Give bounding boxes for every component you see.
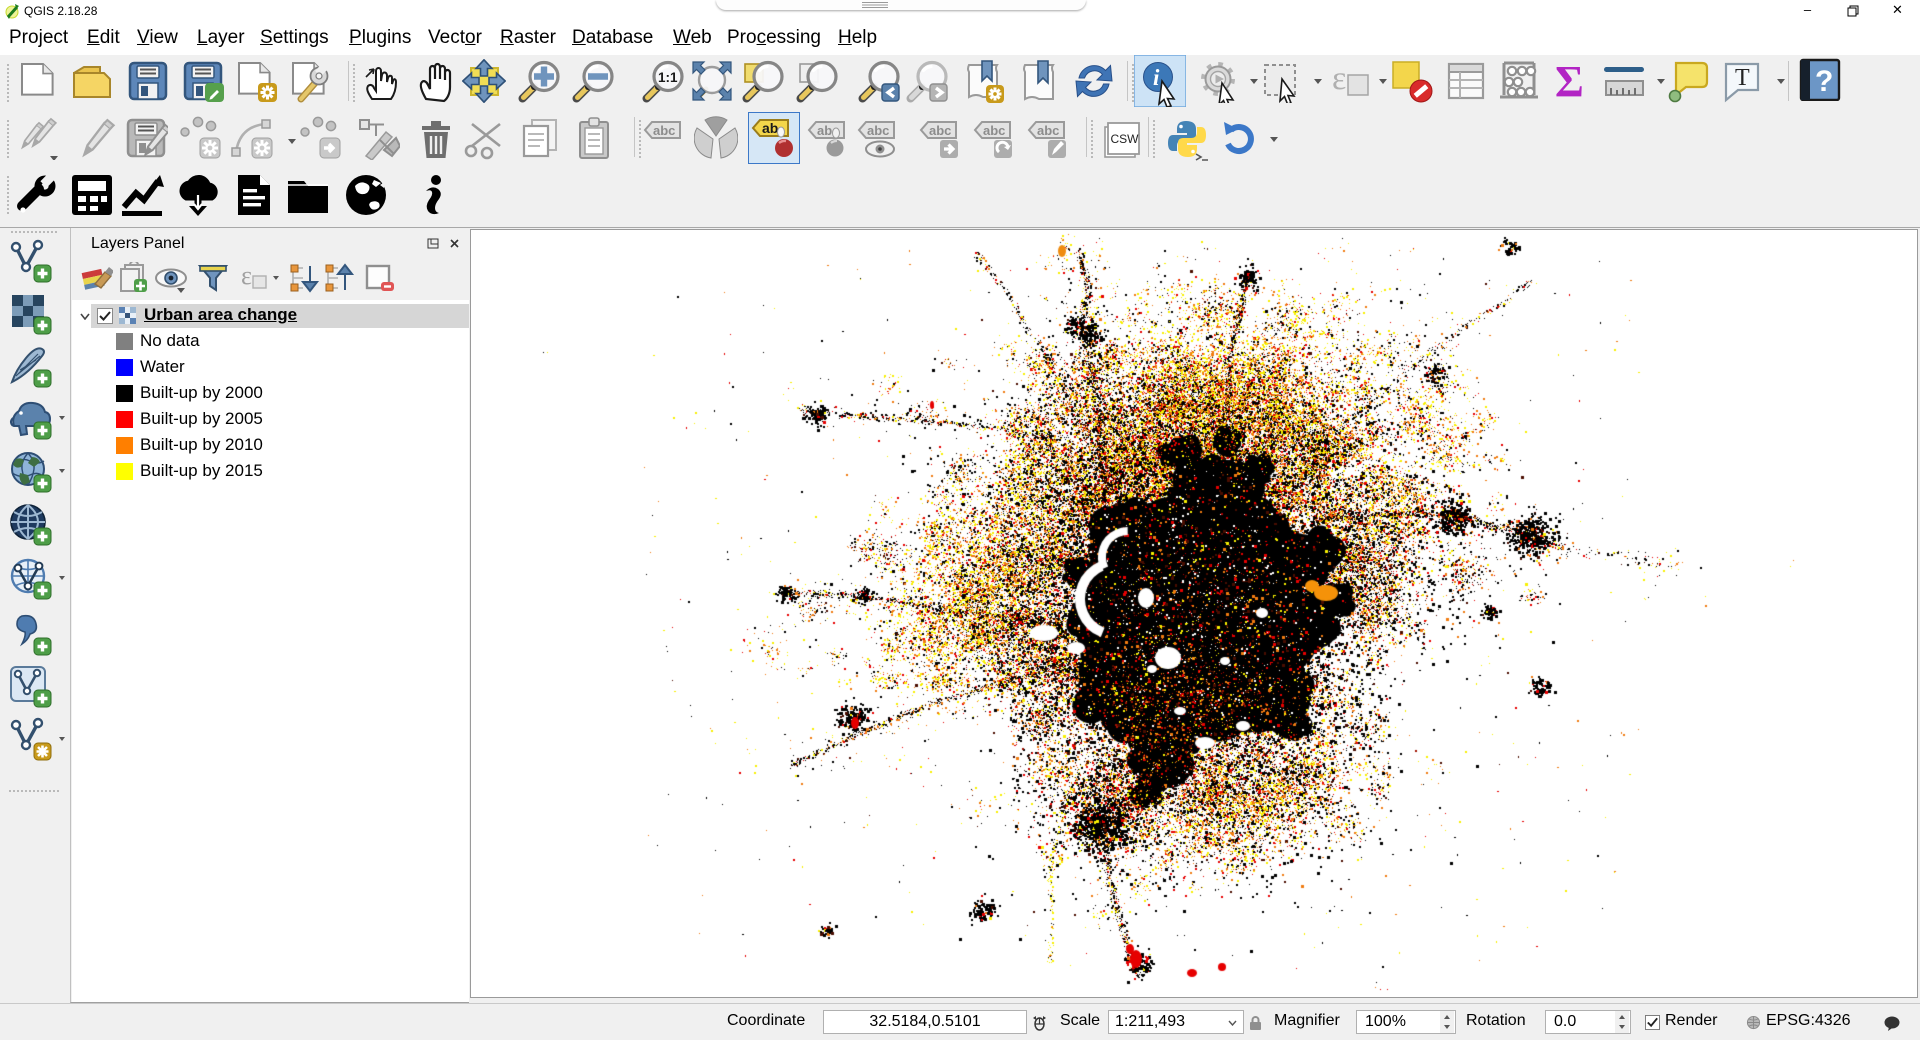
svg-text:abc: abc	[653, 123, 675, 138]
svg-text:T: T	[1735, 65, 1750, 91]
svg-text:?: ?	[1815, 65, 1833, 98]
svg-text:CSW: CSW	[1111, 132, 1140, 146]
svg-text:abc: abc	[929, 123, 951, 138]
svg-text:ab: ab	[762, 120, 778, 136]
svg-text:1:1: 1:1	[658, 70, 678, 85]
svg-text:ε: ε	[241, 262, 252, 290]
svg-text:abc: abc	[983, 123, 1005, 138]
svg-text:i: i	[1153, 65, 1160, 90]
svg-text:abc: abc	[867, 123, 889, 138]
svg-text:ab: ab	[817, 123, 832, 138]
svg-text:Σ: Σ	[1555, 59, 1584, 103]
svg-text:ε: ε	[1332, 60, 1346, 97]
svg-text:abc: abc	[1037, 123, 1059, 138]
